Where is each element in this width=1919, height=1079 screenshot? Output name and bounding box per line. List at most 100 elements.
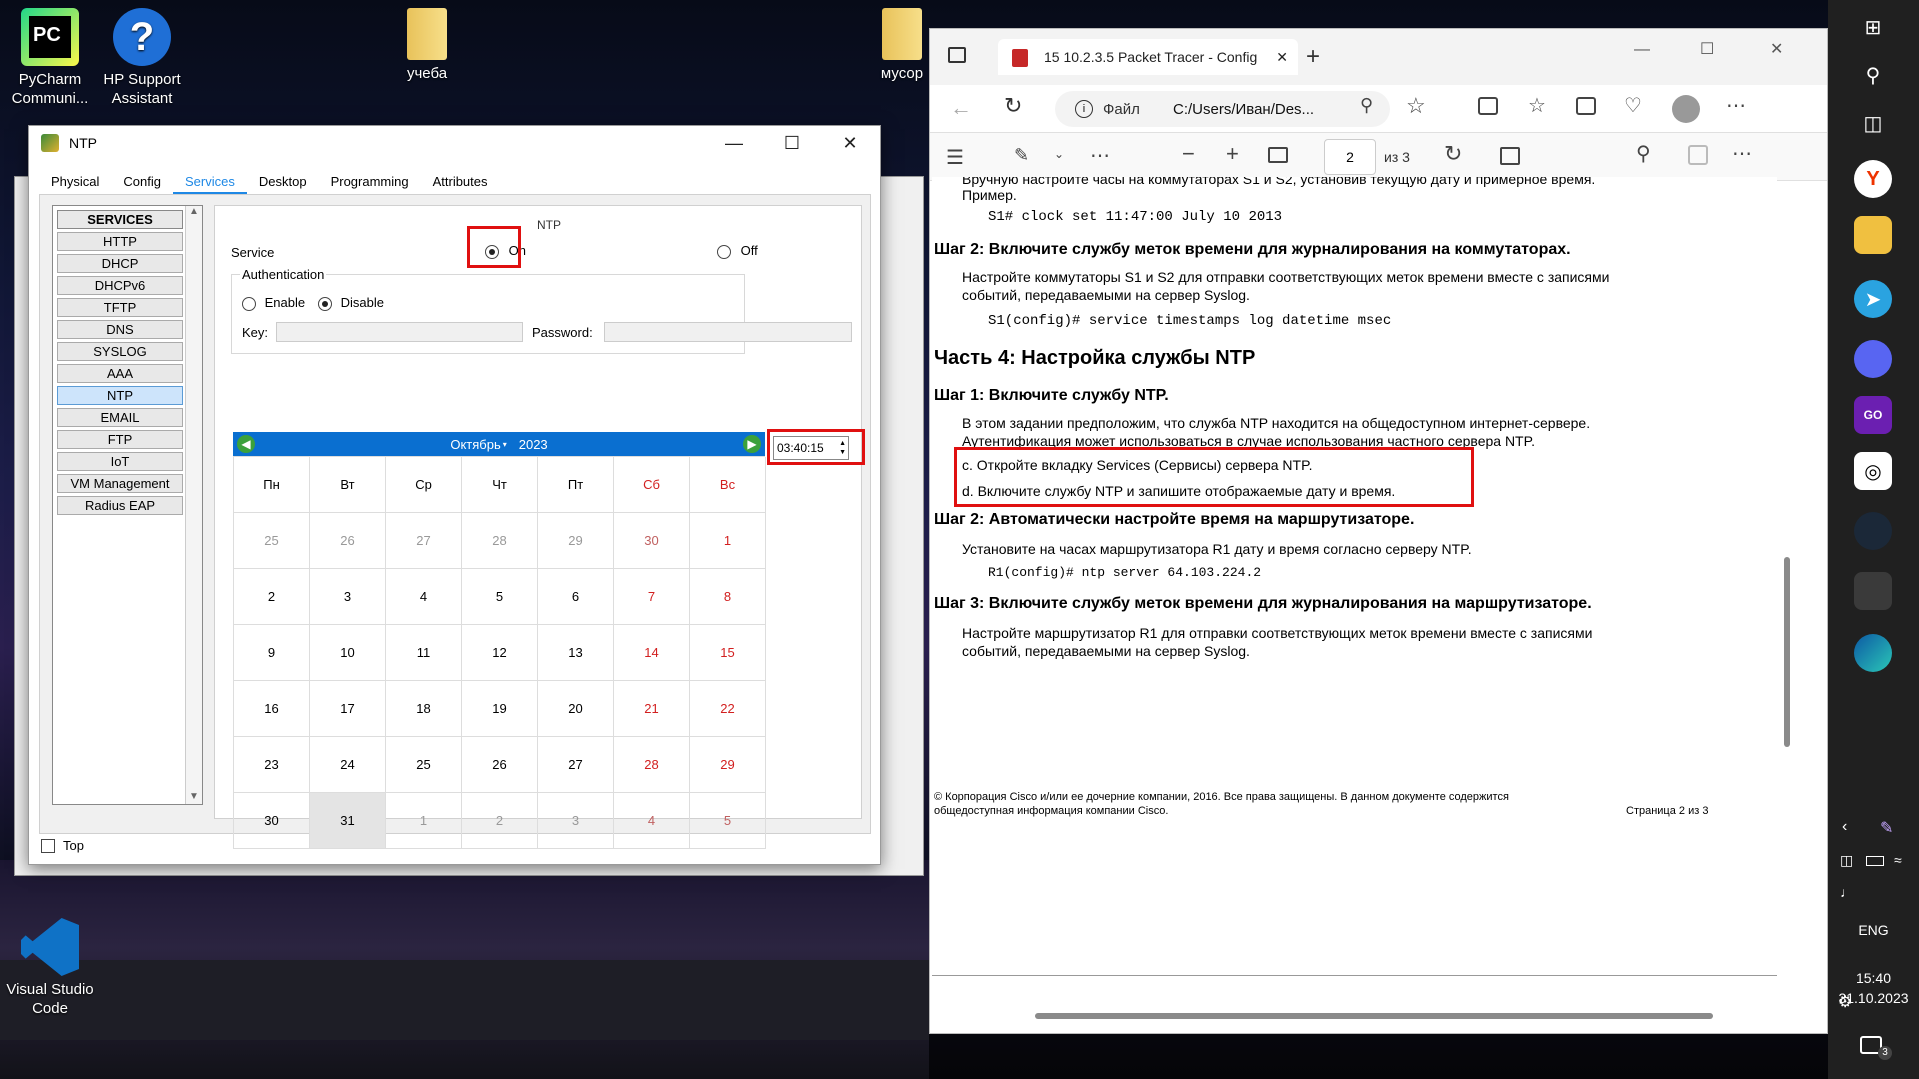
clock-time[interactable]: 15:40 [1828, 970, 1919, 986]
tab-actions-icon[interactable] [948, 47, 966, 63]
calendar-day[interactable]: 1 [386, 793, 462, 849]
calendar-day[interactable]: 18 [386, 681, 462, 737]
calendar-day[interactable]: 23 [234, 737, 310, 793]
calendar-day[interactable]: 28 [462, 513, 538, 569]
file-explorer-icon[interactable] [1854, 216, 1892, 254]
tab-attributes[interactable]: Attributes [421, 170, 500, 194]
next-month-icon[interactable]: ▶ [743, 435, 761, 453]
tab-services[interactable]: Services [173, 170, 247, 194]
calendar-day[interactable]: 28 [614, 737, 690, 793]
zoom-out-icon[interactable]: − [1182, 141, 1195, 167]
service-vm-management[interactable]: VM Management [57, 474, 183, 493]
desktop-icon-hp-support[interactable]: ? HP Support Assistant [92, 8, 192, 108]
service-tftp[interactable]: TFTP [57, 298, 183, 317]
service-off-radio[interactable]: Off [717, 243, 758, 259]
calendar-day[interactable]: 6 [538, 569, 614, 625]
contents-icon[interactable]: ☰ [946, 145, 964, 170]
profile-avatar[interactable] [1672, 95, 1700, 123]
calendar-day[interactable]: 15 [690, 625, 766, 681]
calendar-day[interactable]: 2 [234, 569, 310, 625]
calendar-day[interactable]: 13 [538, 625, 614, 681]
calendar-day[interactable]: 30 [234, 793, 310, 849]
browser-tab[interactable]: 15 10.2.3.5 Packet Tracer - Config ✕ [998, 39, 1298, 75]
calendar-day[interactable]: 27 [386, 513, 462, 569]
service-ntp[interactable]: NTP [57, 386, 183, 405]
refresh-icon[interactable]: ↻ [1004, 93, 1022, 119]
calendar-day[interactable]: 26 [462, 737, 538, 793]
settings-gear-icon[interactable]: ⚙ [1838, 992, 1852, 1012]
calendar-month[interactable]: Октябрь [450, 437, 500, 452]
pen-icon[interactable]: ✎ [1880, 818, 1893, 838]
tab-desktop[interactable]: Desktop [247, 170, 319, 194]
task-view-icon[interactable]: ◫ [1854, 104, 1892, 142]
gog-icon[interactable]: GO [1854, 396, 1892, 434]
address-bar[interactable]: i Файл C:/Users/Иван/Des... [1055, 91, 1390, 127]
collections-icon[interactable] [1576, 97, 1596, 115]
page-number-input[interactable]: 2 [1324, 139, 1376, 175]
zoom-in-icon[interactable]: + [1226, 141, 1239, 167]
service-dns[interactable]: DNS [57, 320, 183, 339]
calendar-day[interactable]: 10 [310, 625, 386, 681]
telegram-icon[interactable]: ➤ [1854, 280, 1892, 318]
checkbox-icon[interactable] [41, 838, 55, 853]
calendar-day[interactable]: 1 [690, 513, 766, 569]
calendar-day[interactable]: 11 [386, 625, 462, 681]
calendar-day[interactable]: 17 [310, 681, 386, 737]
scroll-up-icon[interactable]: ▲ [186, 206, 202, 217]
page-view-icon[interactable] [1500, 147, 1520, 165]
calendar-day[interactable]: 12 [462, 625, 538, 681]
pdf-horizontal-scrollbar[interactable] [940, 1009, 1790, 1023]
calendar-day[interactable]: 4 [614, 793, 690, 849]
desktop-icon-folder-ucheba[interactable]: учеба [377, 8, 477, 83]
more-menu-icon[interactable]: ⋯ [1726, 93, 1746, 118]
calendar-day[interactable]: 22 [690, 681, 766, 737]
tab-physical[interactable]: Physical [39, 170, 111, 194]
heart-icon[interactable]: ♡ [1624, 93, 1642, 118]
favorites-icon[interactable]: ☆ [1528, 93, 1546, 118]
more-tools-icon[interactable]: ⋯ [1090, 143, 1110, 168]
search-icon[interactable]: ⚲ [1854, 56, 1892, 94]
network-icon[interactable]: ◫ [1840, 852, 1853, 869]
pdf-vertical-scrollbar[interactable] [1780, 177, 1794, 1027]
calendar-day[interactable]: 3 [310, 569, 386, 625]
scroll-thumb[interactable] [1035, 1013, 1713, 1019]
calendar-day[interactable]: 29 [690, 737, 766, 793]
service-iot[interactable]: IoT [57, 452, 183, 471]
browser-minimize-button[interactable]: — [1634, 41, 1650, 59]
calendar-day[interactable]: 25 [386, 737, 462, 793]
split-screen-icon[interactable] [1478, 97, 1498, 115]
desktop-icon-pycharm[interactable]: PC PyCharm Communi... [0, 8, 100, 108]
service-dhcpv6[interactable]: DHCPv6 [57, 276, 183, 295]
service-ftp[interactable]: FTP [57, 430, 183, 449]
fit-page-icon[interactable] [1268, 147, 1288, 163]
steam-icon[interactable] [1854, 512, 1892, 550]
new-tab-icon[interactable]: + [1306, 43, 1320, 71]
calendar-day[interactable]: 7 [614, 569, 690, 625]
calendar-day[interactable]: 20 [538, 681, 614, 737]
maximize-button[interactable]: ☐ [763, 126, 821, 160]
service-aaa[interactable]: AAA [57, 364, 183, 383]
calendar-day[interactable]: 21 [614, 681, 690, 737]
services-scrollbar[interactable]: ▲ ▼ [185, 206, 202, 804]
calendar-day[interactable]: 8 [690, 569, 766, 625]
more-menu-icon[interactable]: ⋯ [1732, 141, 1752, 166]
calendar-day[interactable]: 4 [386, 569, 462, 625]
key-input[interactable] [276, 322, 523, 342]
tab-config[interactable]: Config [111, 170, 173, 194]
scroll-down-icon[interactable]: ▼ [186, 791, 202, 802]
draw-icon[interactable]: ✎ [1014, 145, 1029, 166]
back-icon[interactable]: ← [950, 95, 972, 121]
zoom-icon[interactable]: ⚲ [1360, 95, 1373, 116]
battery-icon[interactable] [1866, 856, 1884, 866]
packet-tracer-icon[interactable] [1854, 572, 1892, 610]
browser-close-button[interactable]: ✕ [1770, 39, 1783, 59]
calendar-day[interactable]: 27 [538, 737, 614, 793]
rotate-icon[interactable]: ↻ [1444, 141, 1462, 167]
calendar-day[interactable]: 25 [234, 513, 310, 569]
calendar-day[interactable]: 14 [614, 625, 690, 681]
top-checkbox-row[interactable]: Top [41, 838, 84, 853]
calendar-day[interactable]: 24 [310, 737, 386, 793]
close-tab-icon[interactable]: ✕ [1276, 49, 1288, 66]
service-http[interactable]: HTTP [57, 232, 183, 251]
wifi-icon[interactable]: ≈ [1894, 852, 1902, 868]
